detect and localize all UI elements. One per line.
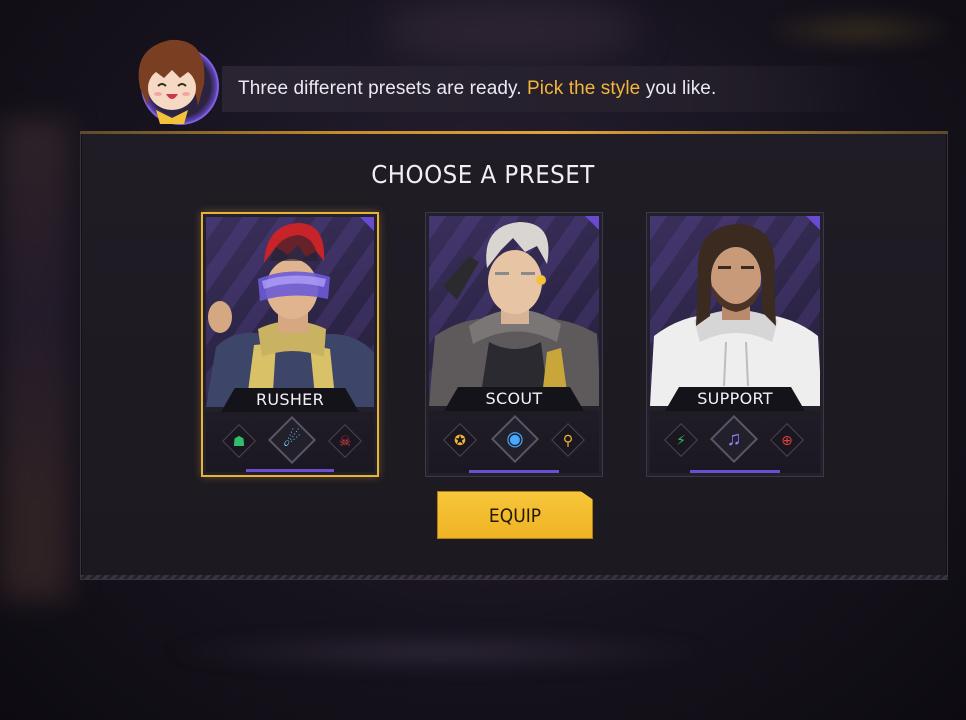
dialog-highlight: Pick the style (527, 78, 641, 99)
preset-card-scout[interactable]: SCOUT ✪ ◉ ⚲ (425, 212, 603, 477)
guide-avatar-icon (138, 39, 219, 125)
character-portrait-scout (429, 216, 599, 406)
preset-card-rusher[interactable]: RUSHER ☗ ☄ ☠ (201, 212, 379, 477)
dialog-message: Three different presets are ready. Pick … (238, 78, 717, 99)
character-portrait-support (650, 216, 820, 406)
panel-title: CHOOSE A PRESET (371, 160, 595, 189)
panel-top-accent (80, 131, 948, 134)
preset-label-scout: SCOUT (485, 389, 543, 408)
panel-bottom-stripe (80, 575, 948, 579)
preset-label-rusher: RUSHER (255, 390, 325, 409)
equip-button[interactable]: EQUIP (437, 491, 593, 539)
background-blur-top-right (760, 10, 960, 50)
background-blur-bottom (160, 632, 720, 672)
preset-card-support[interactable]: SUPPORT ⚡ ♫ ⊕ (646, 212, 824, 477)
background-blur-blob (380, 0, 640, 60)
card-corner-accent (806, 216, 820, 230)
background-blur-left (0, 120, 70, 600)
character-portrait-rusher (206, 217, 374, 407)
equip-button-label: EQUIP (488, 505, 542, 527)
preset-label-support: SUPPORT (697, 389, 773, 408)
card-corner-accent (360, 217, 374, 231)
card-corner-accent (585, 216, 599, 230)
